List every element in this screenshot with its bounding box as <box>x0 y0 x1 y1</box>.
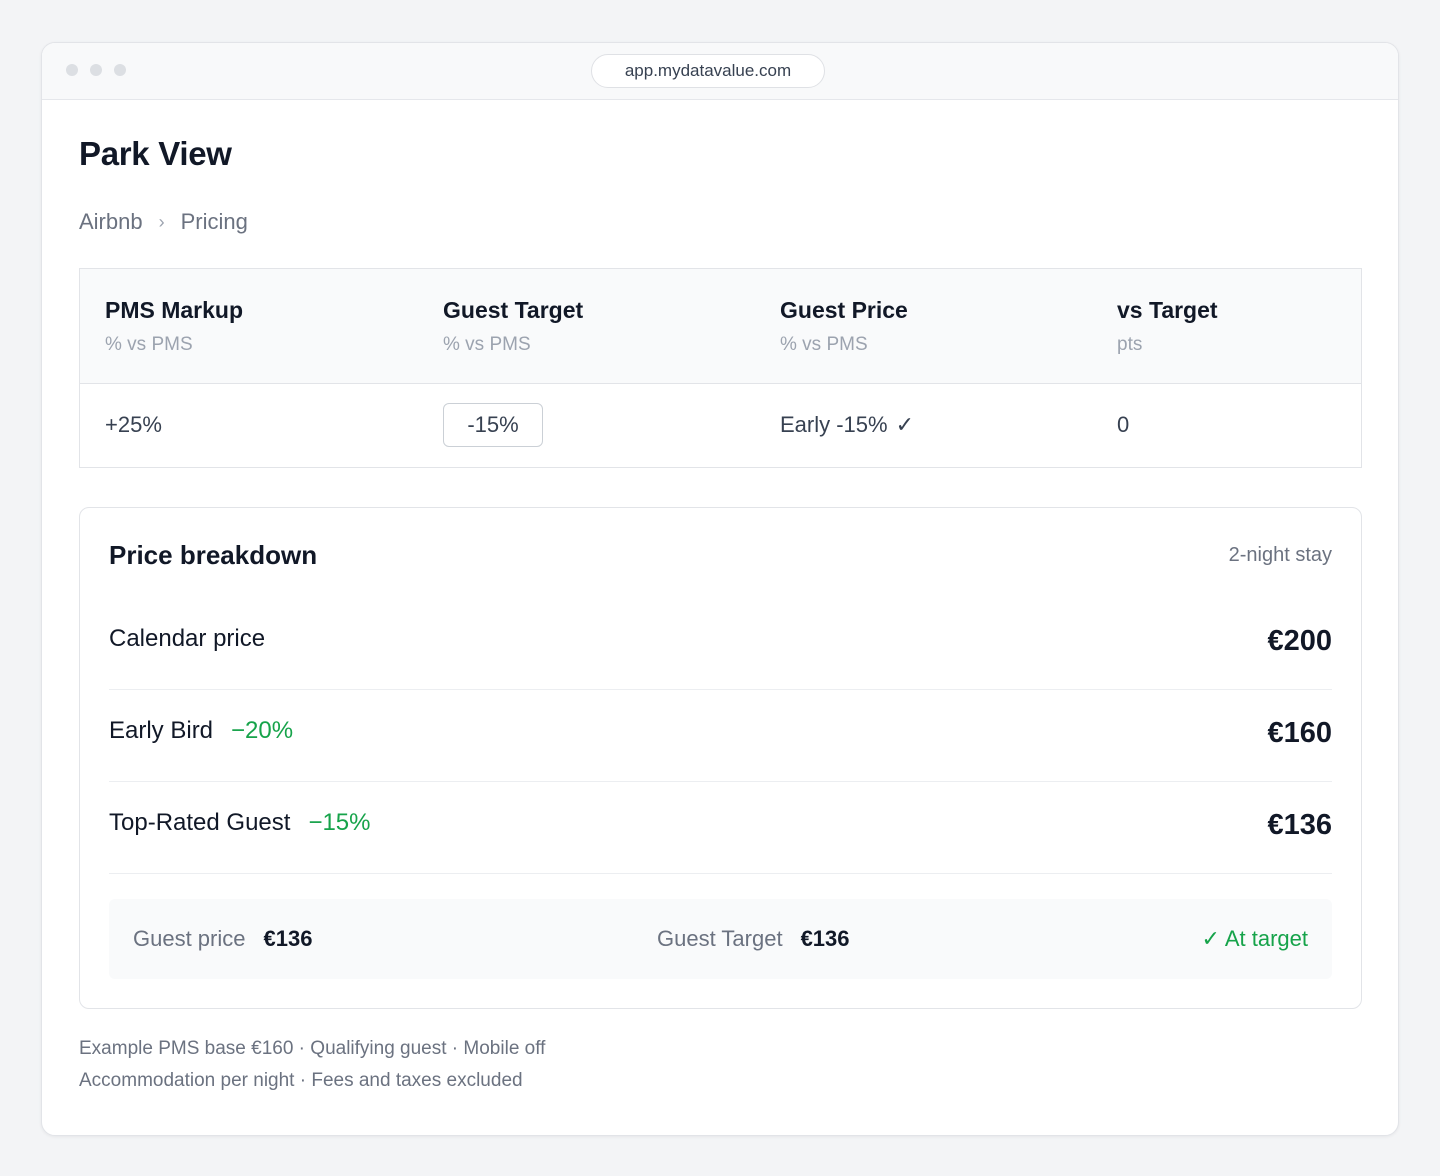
breadcrumb-item-airbnb[interactable]: Airbnb <box>79 209 143 235</box>
column-header-vs-target: vs Target pts <box>1117 297 1218 356</box>
pricing-table: PMS Markup % vs PMS Guest Target % vs PM… <box>79 268 1362 468</box>
column-header-guest-target: Guest Target % vs PMS <box>443 297 583 356</box>
column-subtitle: % vs PMS <box>105 334 193 355</box>
column-subtitle: % vs PMS <box>443 334 531 355</box>
summary-guest-price: Guest price €136 <box>133 899 312 979</box>
breakdown-row-early-bird: Early Bird −20% €160 <box>109 690 1332 782</box>
guest-price-value: Early -15% <box>780 412 888 437</box>
row-label-text: Early Bird <box>109 717 214 744</box>
footnote-line-1: Example PMS base €160 · Qualifying guest… <box>79 1038 546 1059</box>
row-label-text: Calendar price <box>109 625 266 652</box>
check-icon: ✓ <box>895 412 915 437</box>
breakdown-row-top-rated-guest: Top-Rated Guest −15% €136 <box>109 782 1332 874</box>
column-title: Guest Target <box>443 297 584 323</box>
column-subtitle: pts <box>1117 334 1143 355</box>
column-title: vs Target <box>1117 297 1218 323</box>
chevron-right-icon: › <box>158 211 165 232</box>
summary-value: €136 <box>800 926 850 951</box>
cell-pms-markup: +25% <box>105 412 162 437</box>
breakdown-row-label: Early Bird −20% <box>109 717 293 745</box>
column-title: PMS Markup <box>105 297 244 323</box>
guest-target-input[interactable]: -15% <box>443 403 543 447</box>
summary-guest-target: Guest Target €136 <box>657 899 850 979</box>
window-maximize-dot[interactable] <box>114 64 126 76</box>
discount-badge: −20% <box>231 717 294 744</box>
card-title: Price breakdown <box>109 540 318 570</box>
summary-bar: Guest price €136 Guest Target €136 ✓ At … <box>109 899 1332 979</box>
stay-length-note: 2-night stay <box>1228 544 1332 566</box>
discount-badge: −15% <box>308 809 371 836</box>
breakdown-row-amount: €160 <box>1267 717 1332 749</box>
summary-label: Guest price <box>133 926 246 951</box>
browser-toolbar: app.mydatavalue.com <box>42 43 1398 100</box>
footnote-line-2: Accommodation per night · Fees and taxes… <box>79 1070 523 1091</box>
table-header: PMS Markup % vs PMS Guest Target % vs PM… <box>80 269 1361 384</box>
window-close-dot[interactable] <box>66 64 78 76</box>
breakdown-row-label: Top-Rated Guest −15% <box>109 809 371 837</box>
column-title: Guest Price <box>780 297 908 323</box>
column-subtitle: % vs PMS <box>780 334 868 355</box>
summary-label: Guest Target <box>657 926 783 951</box>
column-header-guest-price: Guest Price % vs PMS <box>780 297 908 356</box>
breakdown-row-amount: €136 <box>1267 809 1332 841</box>
address-bar[interactable]: app.mydatavalue.com <box>591 54 825 88</box>
window-minimize-dot[interactable] <box>90 64 102 76</box>
price-breakdown-card: Price breakdown 2-night stay Calendar pr… <box>79 507 1362 1009</box>
cell-guest-price: Early -15% ✓ <box>780 383 914 467</box>
breakdown-row-calendar-price: Calendar price €200 <box>109 598 1332 690</box>
page-title: Park View <box>79 135 232 172</box>
browser-window: app.mydatavalue.com Park View Airbnb › P… <box>41 42 1399 1136</box>
row-label-text: Top-Rated Guest <box>109 809 291 836</box>
cell-vs-target: 0 <box>1117 412 1130 437</box>
breakdown-row-label: Calendar price <box>109 625 265 653</box>
breadcrumb: Airbnb › Pricing <box>79 209 248 235</box>
status-badge: ✓ At target <box>1201 926 1309 951</box>
breakdown-row-amount: €200 <box>1267 625 1332 657</box>
column-header-pms-markup: PMS Markup % vs PMS <box>105 297 243 356</box>
summary-value: €136 <box>263 926 313 951</box>
address-bar-url: app.mydatavalue.com <box>624 61 792 80</box>
cell-guest-target: -15% <box>443 383 543 467</box>
breadcrumb-item-pricing[interactable]: Pricing <box>181 209 248 235</box>
